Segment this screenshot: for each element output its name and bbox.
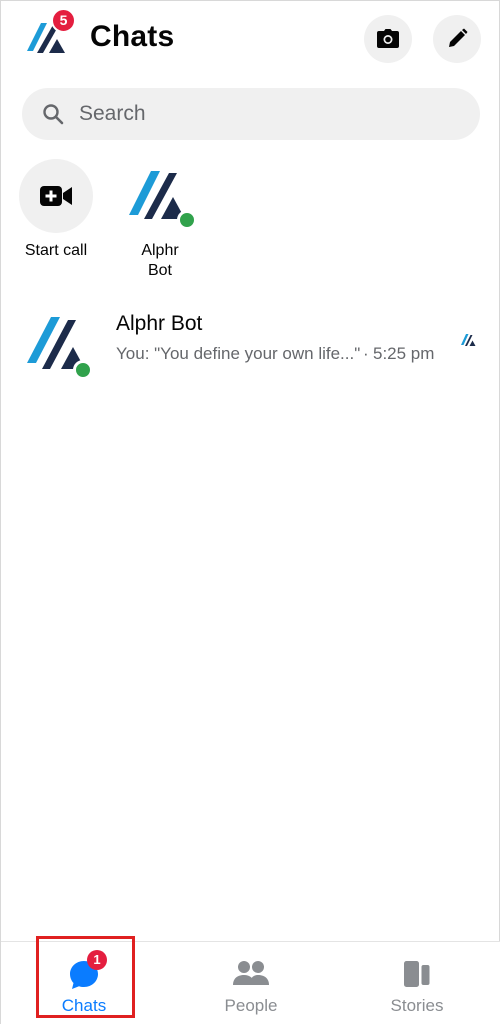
video-plus-icon (40, 186, 72, 206)
start-call-button[interactable]: Start call (16, 158, 96, 261)
chat-separator: · (363, 344, 369, 363)
app-frame: 5 Chats Search Start call Alphr Bot Alph… (0, 0, 500, 1024)
tab-badge: 1 (87, 950, 107, 970)
tab-stories[interactable]: Stories (357, 942, 477, 1024)
header: 5 Chats (1, 1, 500, 81)
online-indicator (73, 360, 93, 380)
tab-icon (231, 956, 271, 992)
notification-badge: 5 (51, 8, 76, 33)
contact-name: Alphr Bot (141, 242, 179, 279)
chat-list-item[interactable]: Alphr Bot You: "You define your own life… (1, 297, 500, 383)
pencil-icon (449, 28, 468, 47)
active-contacts-row: Start call Alphr Bot (1, 158, 500, 283)
tab-icon (397, 956, 437, 992)
online-indicator (177, 210, 197, 230)
camera-button[interactable] (364, 15, 412, 63)
avatar (123, 159, 197, 233)
tab-label: People (224, 996, 278, 1015)
search-icon (43, 104, 64, 125)
people-icon (233, 961, 269, 985)
page-title: Chats (90, 20, 175, 53)
chat-time: 5:25 pm (373, 344, 435, 363)
camera-icon (377, 29, 399, 48)
stories-icon (404, 961, 430, 987)
start-call-circle (19, 159, 93, 233)
tab-icon: 1 (64, 950, 107, 992)
search-input[interactable] (79, 88, 459, 140)
search-bar[interactable] (22, 88, 480, 140)
bottom-tab-bar: 1 Chats People Stories (1, 941, 500, 1024)
tab-chats[interactable]: 1 Chats (24, 942, 144, 1024)
avatar (23, 307, 97, 380)
tab-label: Stories (390, 996, 444, 1015)
start-call-label: Start call (24, 242, 88, 259)
new-message-button[interactable] (433, 15, 481, 63)
chat-preview: You: "You define your own life..." (116, 344, 361, 363)
active-contact-alphr-bot[interactable]: Alphr Bot (120, 158, 200, 281)
read-receipt-icon (461, 334, 476, 346)
tab-label: Chats (61, 996, 107, 1015)
chat-name: Alphr Bot (116, 312, 203, 335)
tab-people[interactable]: People (191, 942, 311, 1024)
